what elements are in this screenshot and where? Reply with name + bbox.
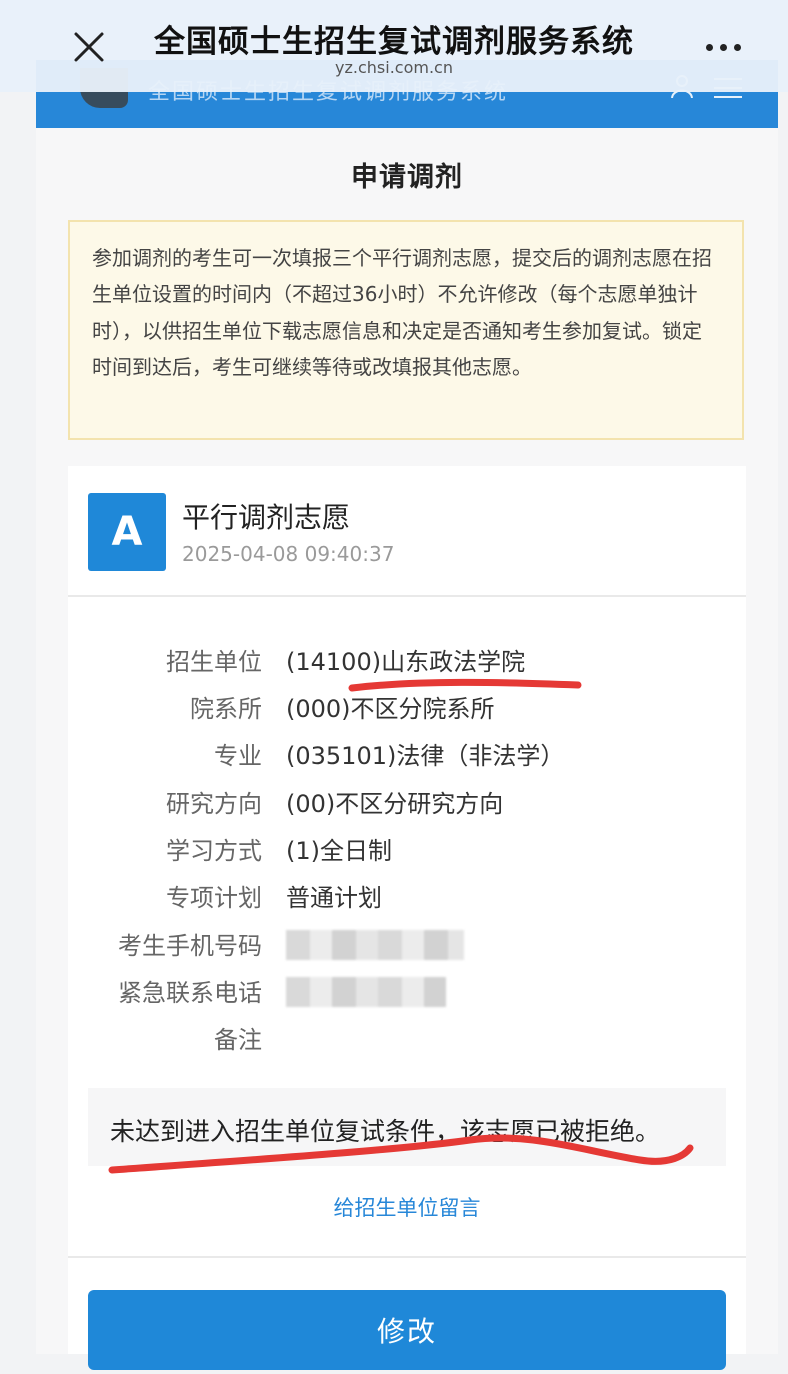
- message-unit-link[interactable]: 给招生单位留言: [68, 1192, 746, 1222]
- notice-text: 参加调剂的考生可一次填报三个平行调剂志愿，提交后的调剂志愿在招生单位设置的时间内…: [92, 246, 712, 380]
- status-text: 未达到进入招生单位复试条件，该志愿已被拒绝。: [110, 1117, 661, 1146]
- volunteer-timestamp: 2025-04-08 09:40:37: [182, 542, 395, 566]
- field-row-remark: 备注: [68, 1020, 746, 1060]
- notice-box: 参加调剂的考生可一次填报三个平行调剂志愿，提交后的调剂志愿在招生单位设置的时间内…: [68, 220, 744, 440]
- field-label: 学习方式: [166, 837, 262, 865]
- redacted-phone: [286, 930, 464, 960]
- divider: [68, 595, 746, 597]
- field-label: 招生单位: [166, 648, 262, 676]
- window-url: yz.chsi.com.cn: [335, 58, 453, 77]
- volunteer-badge: A: [88, 493, 166, 571]
- field-value: (1)全日制: [286, 837, 392, 865]
- field-row-unit: 招生单位 (14100)山东政法学院: [68, 642, 746, 682]
- field-row-phone: 考生手机号码: [68, 926, 746, 966]
- volunteer-card: A 平行调剂志愿 2025-04-08 09:40:37 招生单位 (14100…: [68, 466, 746, 1370]
- modify-button[interactable]: 修改: [88, 1290, 726, 1370]
- browser-top-bar: 全国硕士生招生复试调剂服务系统 yz.chsi.com.cn: [0, 0, 788, 92]
- page-title: 申请调剂: [351, 162, 463, 193]
- window-title: 全国硕士生招生复试调剂服务系统: [154, 24, 634, 60]
- volunteer-title: 平行调剂志愿: [182, 501, 351, 534]
- field-label: 研究方向: [166, 790, 262, 818]
- page-container: 全国硕士生招生复试调剂服务系统 申请调剂 参加调剂的考生可一次填报三个平行调剂志…: [36, 0, 778, 1370]
- field-label: 考生手机号码: [118, 932, 262, 960]
- more-icon[interactable]: [704, 42, 744, 54]
- status-box: 未达到进入招生单位复试条件，该志愿已被拒绝。: [88, 1088, 726, 1166]
- field-row-research-direction: 研究方向 (00)不区分研究方向: [68, 784, 746, 824]
- field-value: (00)不区分研究方向: [286, 790, 504, 818]
- field-row-major: 专业 (035101)法律（非法学）: [68, 736, 746, 776]
- redacted-emergency-phone: [286, 977, 446, 1007]
- field-row-study-mode: 学习方式 (1)全日制: [68, 831, 746, 871]
- divider: [68, 1256, 746, 1258]
- field-value: 普通计划: [286, 884, 382, 912]
- field-value: (035101)法律（非法学）: [286, 742, 565, 770]
- field-value: (14100)山东政法学院: [286, 648, 526, 676]
- field-label: 备注: [214, 1026, 262, 1054]
- field-label: 紧急联系电话: [118, 979, 262, 1007]
- field-row-department: 院系所 (000)不区分院系所: [68, 689, 746, 729]
- field-value: (000)不区分院系所: [286, 695, 495, 723]
- field-label: 院系所: [190, 695, 262, 723]
- field-label: 专业: [214, 742, 262, 770]
- field-label: 专项计划: [166, 884, 262, 912]
- field-row-emergency-phone: 紧急联系电话: [68, 973, 746, 1013]
- field-row-special-plan: 专项计划 普通计划: [68, 878, 746, 918]
